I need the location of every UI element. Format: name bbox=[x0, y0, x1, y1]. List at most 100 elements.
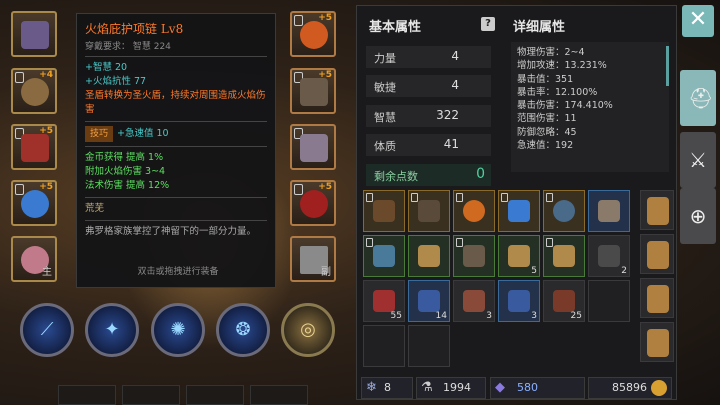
bag-slot[interactable] bbox=[640, 322, 674, 362]
stat-row-strength: 力量 4 bbox=[366, 46, 491, 68]
inventory-slot[interactable]: 3 bbox=[498, 280, 540, 322]
character-panel: 基本属性 ? 详细属性 力量 4 敏捷 4 智慧 322 体质 41 剩余点数 0 物理伤… bbox=[356, 5, 677, 400]
gem-icon: ❄ bbox=[366, 380, 377, 395]
inventory-slot[interactable] bbox=[408, 325, 450, 367]
detail-stats-list[interactable]: 物理伤害：2~4 增加攻速：13.231% 暴击值：351 暴击率：12.100… bbox=[511, 42, 669, 172]
inventory-slot[interactable] bbox=[363, 235, 405, 277]
stat-row-constitution: 体质 41 bbox=[366, 134, 491, 156]
item-name: 火焰庇护项链 Lv8 bbox=[85, 22, 184, 36]
quickbar-slot[interactable] bbox=[186, 385, 244, 405]
tab-skills[interactable]: ⚔ bbox=[680, 132, 716, 188]
item-bonus: 法术伤害 提高 12% bbox=[85, 180, 170, 191]
lock-icon bbox=[15, 184, 24, 195]
bag-slot[interactable] bbox=[640, 190, 674, 230]
skill-slot-1[interactable]: ⟋ bbox=[20, 303, 74, 357]
skill-slot-3[interactable]: ✺ bbox=[151, 303, 205, 357]
inventory-slot[interactable]: 14 bbox=[408, 280, 450, 322]
item-stat: +火焰抗性 77 bbox=[85, 76, 147, 87]
remaining-points: 剩余点数 0 bbox=[366, 164, 491, 186]
gold-counter: 85896 bbox=[588, 377, 672, 399]
potion-icon: ⚗ bbox=[421, 380, 433, 395]
skill-bonus: +急速值 10 bbox=[117, 128, 169, 139]
close-button[interactable]: ✕ bbox=[682, 5, 714, 37]
inventory-slot[interactable] bbox=[543, 190, 585, 232]
quickbar-slot[interactable] bbox=[250, 385, 308, 405]
inventory-slot[interactable] bbox=[408, 190, 450, 232]
tab-settings[interactable]: ⊕ bbox=[680, 188, 716, 244]
inventory-slot[interactable]: 5 bbox=[498, 235, 540, 277]
potion-counter: ⚗ 1994 bbox=[416, 377, 486, 399]
equip-slot-chest[interactable]: +5 bbox=[11, 124, 57, 170]
tab-character[interactable]: ⛑ bbox=[680, 70, 716, 126]
equip-slot-weapon[interactable]: 副 bbox=[290, 236, 336, 282]
gold-coin-icon bbox=[651, 380, 667, 396]
quickbar-slot[interactable] bbox=[122, 385, 180, 405]
stat-row-wisdom: 智慧 322 bbox=[366, 105, 491, 127]
inventory-slot[interactable] bbox=[363, 325, 405, 367]
basic-attributes-title: 基本属性 bbox=[369, 20, 422, 35]
skill-slot-4[interactable]: ❂ bbox=[216, 303, 270, 357]
item-tooltip: 火焰庇护项链 Lv8 穿戴要求： 智慧 224 +智慧 20 +火焰抗性 77 … bbox=[76, 13, 276, 288]
inventory-slot[interactable]: 55 bbox=[363, 280, 405, 322]
equip-slot-amulet[interactable]: +5 bbox=[290, 11, 336, 57]
inventory-slot[interactable] bbox=[363, 190, 405, 232]
helmet-icon: ⛑ bbox=[688, 86, 714, 110]
detail-stat: 物理伤害：2~4 bbox=[517, 47, 585, 58]
dash-skill-icon: ✦ bbox=[104, 319, 120, 340]
gem-counter: ❄ 8 bbox=[361, 377, 413, 399]
shield-skill-icon: ◎ bbox=[300, 319, 316, 340]
inventory-slot[interactable] bbox=[453, 235, 495, 277]
slash-skill-icon: ⟋ bbox=[40, 319, 54, 340]
inventory-slot[interactable]: 25 bbox=[543, 280, 585, 322]
inventory-slot[interactable] bbox=[588, 190, 630, 232]
lock-icon bbox=[294, 15, 303, 26]
bag-slot[interactable] bbox=[640, 278, 674, 318]
crystal-icon: ◆ bbox=[495, 380, 505, 395]
skill-slot-5[interactable]: ◎ bbox=[281, 303, 335, 357]
inventory-slot[interactable] bbox=[588, 280, 630, 322]
item-requirement: 穿戴要求： 智慧 224 bbox=[85, 42, 171, 52]
equip-slot-armor[interactable]: +4 bbox=[11, 68, 57, 114]
detail-stat: 防御忽略：45 bbox=[517, 126, 577, 138]
target-icon: ⊕ bbox=[689, 204, 707, 228]
inventory-slot[interactable]: 3 bbox=[453, 280, 495, 322]
detail-stat: 急速值：192 bbox=[517, 140, 574, 152]
detail-stat: 范围伤害：11 bbox=[517, 113, 577, 125]
detail-stat: 增加攻速：13.231% bbox=[517, 60, 607, 72]
equip-slot-helmet[interactable] bbox=[11, 11, 57, 57]
lock-icon bbox=[294, 184, 303, 195]
swords-icon: ⚔ bbox=[689, 148, 707, 172]
detail-stat: 暴击值：351 bbox=[517, 73, 574, 85]
detail-scrollbar[interactable] bbox=[666, 46, 669, 86]
inventory-slot[interactable] bbox=[408, 235, 450, 277]
equip-slot-gloves[interactable]: +5 bbox=[290, 68, 336, 114]
item-lore: 弗罗格家族掌控了神留下的一部分力量。 bbox=[85, 226, 257, 237]
detail-stat: 暴击率：12.100% bbox=[517, 86, 598, 98]
bag-slot[interactable] bbox=[640, 234, 674, 274]
equip-slot-ring[interactable]: +5 bbox=[11, 180, 57, 226]
item-bonus: 金币获得 提高 1% bbox=[85, 152, 164, 163]
equip-slot-boots[interactable] bbox=[290, 124, 336, 170]
item-stat: +智慧 20 bbox=[85, 62, 128, 73]
quickbar-slot[interactable] bbox=[58, 385, 116, 405]
crystal-counter: ◆ 580 bbox=[490, 377, 585, 399]
inventory-slot[interactable] bbox=[498, 190, 540, 232]
skill-tag: 技巧 bbox=[85, 126, 114, 142]
equip-hint: 双击或拖拽进行装备 bbox=[137, 267, 219, 277]
inventory-slot[interactable] bbox=[453, 190, 495, 232]
detail-stat: 暴击伤害：174.410% bbox=[517, 100, 613, 112]
equip-slot-orb[interactable]: +5 bbox=[290, 180, 336, 226]
item-rarity: 荒芜 bbox=[85, 203, 105, 214]
inventory-slot[interactable] bbox=[543, 235, 585, 277]
equip-slot-offhand[interactable]: 主 bbox=[11, 236, 57, 282]
item-bonus: 附加火焰伤害 3~4 bbox=[85, 166, 166, 177]
aura-skill-icon: ❂ bbox=[235, 319, 251, 340]
help-icon[interactable]: ? bbox=[481, 17, 495, 31]
lock-icon bbox=[15, 72, 24, 83]
detail-attributes-title: 详细属性 bbox=[513, 20, 566, 35]
spread-skill-icon: ✺ bbox=[170, 319, 186, 340]
inventory-slot[interactable]: 2 bbox=[588, 235, 630, 277]
stat-row-agility: 敏捷 4 bbox=[366, 75, 491, 97]
skill-slot-2[interactable]: ✦ bbox=[85, 303, 139, 357]
item-effect: 圣盾转换为圣火盾，持续对周围造成火焰伤害 bbox=[85, 90, 266, 115]
